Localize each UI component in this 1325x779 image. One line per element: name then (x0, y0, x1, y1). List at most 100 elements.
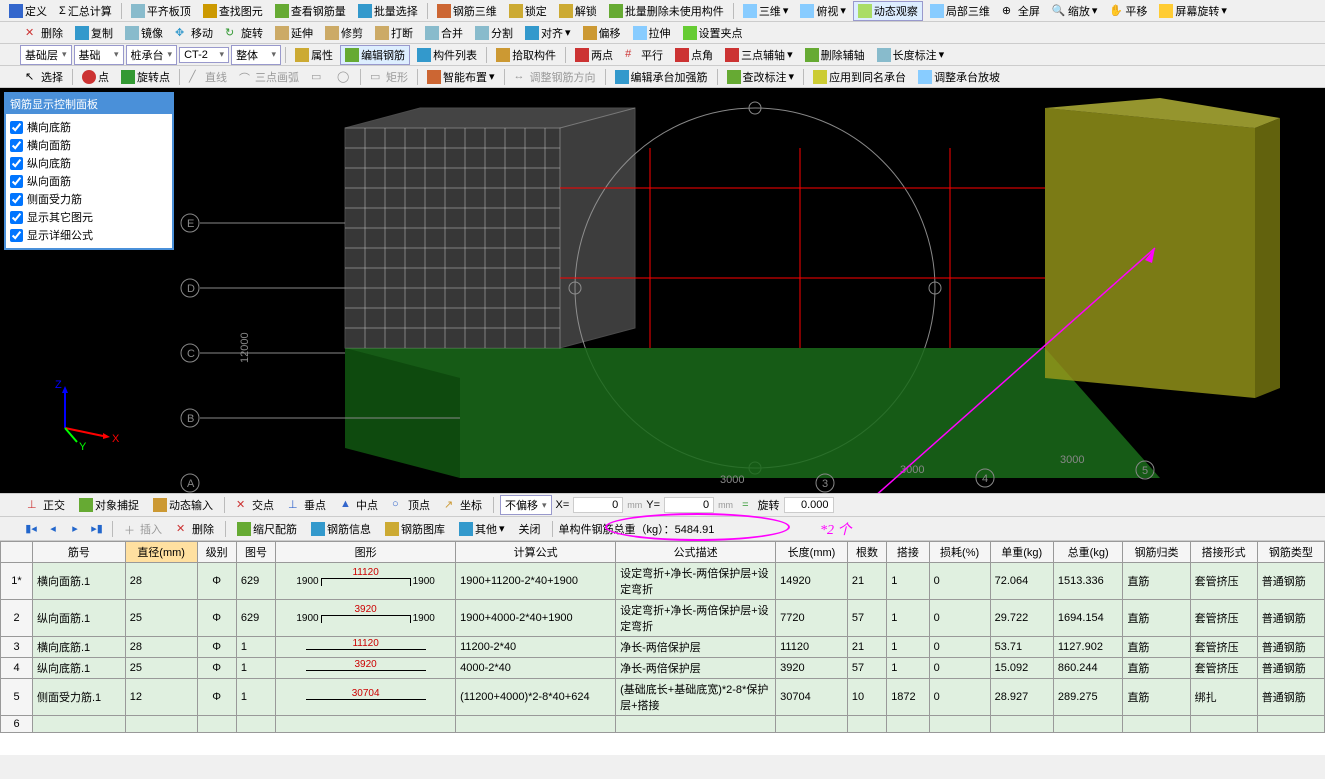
arc-button[interactable]: ⌒三点画弧 (234, 67, 304, 87)
cell-length[interactable]: 14920 (776, 563, 848, 600)
cell-desc[interactable]: (基础底长+基础底宽)*2-8*保护层+搭接 (616, 679, 776, 716)
cell-type[interactable]: 普通钢筋 (1257, 563, 1324, 600)
panel-check-2[interactable] (10, 157, 23, 170)
cell-diameter[interactable]: 25 (125, 658, 197, 679)
point-angle-button[interactable]: 点角 (670, 45, 718, 65)
intersect-button[interactable]: ✕交点 (231, 495, 279, 515)
cell-fig[interactable]: 629 (236, 563, 275, 600)
cell-lapform[interactable]: 套管挤压 (1190, 600, 1257, 637)
batch-delete-button[interactable]: 批量删除未使用构件 (604, 1, 729, 21)
layer-combo[interactable]: 基础层▾ (20, 45, 72, 65)
cell-lap[interactable]: 1 (887, 600, 929, 637)
cell-lapform[interactable]: 套管挤压 (1190, 637, 1257, 658)
cell-formula[interactable]: 11200-2*40 (456, 637, 616, 658)
delete-button[interactable]: ✕删除 (20, 23, 68, 43)
cell-loss[interactable]: 0 (929, 600, 990, 637)
insert-button[interactable]: ＋插入 (119, 519, 167, 539)
pan-button[interactable]: ✋平移 (1104, 1, 1152, 21)
lock-button[interactable]: 锁定 (504, 1, 552, 21)
adjust-slope-button[interactable]: 调整承台放坡 (913, 67, 1005, 87)
apex-button[interactable]: ○顶点 (387, 495, 435, 515)
cell-cat[interactable]: 直筋 (1123, 658, 1190, 679)
zoom-button[interactable]: 🔍缩放▾ (1047, 1, 1103, 21)
cell-formula[interactable]: 1900+11200-2*40+1900 (456, 563, 616, 600)
nav-last-button[interactable]: ▸▮ (88, 520, 106, 538)
view-rebar-button[interactable]: 查看钢筋量 (270, 1, 351, 21)
parallel-button[interactable]: #平行 (620, 45, 668, 65)
split-button[interactable]: 分割 (470, 23, 518, 43)
category-combo[interactable]: 基础▾ (74, 45, 124, 65)
offset-button[interactable]: 偏移 (578, 23, 626, 43)
coord-button[interactable]: ↗坐标 (439, 495, 487, 515)
dyn-input-button[interactable]: 动态输入 (148, 495, 218, 515)
cell-count[interactable]: 57 (847, 600, 886, 637)
cell-formula[interactable]: 1900+4000-2*40+1900 (456, 600, 616, 637)
cell-shape[interactable]: 30704 (276, 679, 456, 716)
del-aux-button[interactable]: 删除辅轴 (800, 45, 870, 65)
move-button[interactable]: ✥移动 (170, 23, 218, 43)
sum-calc-button[interactable]: Σ汇总计算 (54, 1, 117, 21)
cell-fig[interactable]: 1 (236, 637, 275, 658)
cell-grade[interactable]: Φ (197, 600, 236, 637)
sub-combo[interactable]: 桩承台▾ (126, 45, 178, 65)
cell-name[interactable]: 侧面受力筋.1 (33, 679, 126, 716)
line-button[interactable]: ╱直线 (184, 67, 232, 87)
smart-layout-button[interactable]: 智能布置▾ (422, 67, 500, 87)
cell-desc[interactable]: 设定弯折+净长-两倍保护层+设定弯折 (616, 600, 776, 637)
extend-button[interactable]: 延伸 (270, 23, 318, 43)
local-3d-button[interactable]: 局部三维 (925, 1, 995, 21)
three-pt-aux-button[interactable]: 三点辅轴▾ (720, 45, 798, 65)
viewport-3d[interactable]: E D C B A 12000 3000 3000 3000 3 4 5 Z X… (0, 88, 1325, 493)
fullscreen-button[interactable]: ⊕全屏 (997, 1, 1045, 21)
cell-lap[interactable]: 1 (887, 658, 929, 679)
whole-combo[interactable]: 整体▾ (231, 45, 281, 65)
cell-count[interactable]: 10 (847, 679, 886, 716)
cell-lap[interactable]: 1 (887, 637, 929, 658)
trim-button[interactable]: 修剪 (320, 23, 368, 43)
adjust-rebar-dir-button[interactable]: ↔调整钢筋方向 (509, 67, 601, 87)
edit-cap-rebar-button[interactable]: 编辑承台加强筋 (610, 67, 713, 87)
cell-grade[interactable]: Φ (197, 563, 236, 600)
mirror-button[interactable]: 镜像 (120, 23, 168, 43)
cell-fig[interactable]: 1 (236, 658, 275, 679)
stretch-button[interactable]: 拉伸 (628, 23, 676, 43)
cell-totalw[interactable]: 860.244 (1053, 658, 1123, 679)
cell-diameter[interactable]: 28 (125, 563, 197, 600)
panel-check-0[interactable] (10, 121, 23, 134)
cell-length[interactable]: 30704 (776, 679, 848, 716)
cell-name[interactable]: 横向底筋.1 (33, 637, 126, 658)
cell-totalw[interactable]: 1694.154 (1053, 600, 1123, 637)
nav-prev-button[interactable]: ◂ (44, 520, 62, 538)
cell-desc[interactable]: 净长-两倍保护层 (616, 658, 776, 679)
rotate-point-button[interactable]: 旋转点 (116, 67, 175, 87)
panel-item-2[interactable]: 纵向底筋 (10, 154, 168, 172)
copy-button[interactable]: 复制 (70, 23, 118, 43)
cell-grade[interactable]: Φ (197, 658, 236, 679)
cell-count[interactable]: 57 (847, 658, 886, 679)
cell-type[interactable]: 普通钢筋 (1257, 600, 1324, 637)
panel-item-6[interactable]: 显示详细公式 (10, 226, 168, 244)
screen-rotate-button[interactable]: 屏幕旋转▾ (1154, 1, 1232, 21)
cell-cat[interactable]: 直筋 (1123, 563, 1190, 600)
rebar-3d-button[interactable]: 钢筋三维 (432, 1, 502, 21)
cell-cat[interactable]: 直筋 (1123, 600, 1190, 637)
y-input[interactable]: 0 (664, 497, 714, 513)
table-row[interactable]: 2纵向面筋.125Φ6291900392019001900+4000-2*40+… (1, 600, 1325, 637)
cell-lapform[interactable]: 套管挤压 (1190, 658, 1257, 679)
cell-formula[interactable]: 4000-2*40 (456, 658, 616, 679)
table-row[interactable]: 5侧面受力筋.112Φ130704(11200+4000)*2-8*40+624… (1, 679, 1325, 716)
cell-unitw[interactable]: 15.092 (990, 658, 1053, 679)
prop-button[interactable]: 属性 (290, 45, 338, 65)
cell-shape[interactable]: 11120 (276, 637, 456, 658)
cell-desc[interactable]: 设定弯折+净长-两倍保护层+设定弯折 (616, 563, 776, 600)
cell-lapform[interactable]: 绑扎 (1190, 679, 1257, 716)
cell-cat[interactable]: 直筋 (1123, 637, 1190, 658)
panel-item-3[interactable]: 纵向面筋 (10, 172, 168, 190)
cell-loss[interactable]: 0 (929, 637, 990, 658)
rebar-info-button[interactable]: 钢筋信息 (306, 519, 376, 539)
modify-annot-button[interactable]: 查改标注▾ (722, 67, 800, 87)
dynamic-view-button[interactable]: 动态观察 (853, 1, 923, 21)
edit-rebar-button[interactable]: 编辑钢筋 (340, 45, 410, 65)
nav-first-button[interactable]: ▮◂ (22, 520, 40, 538)
break-button[interactable]: 打断 (370, 23, 418, 43)
